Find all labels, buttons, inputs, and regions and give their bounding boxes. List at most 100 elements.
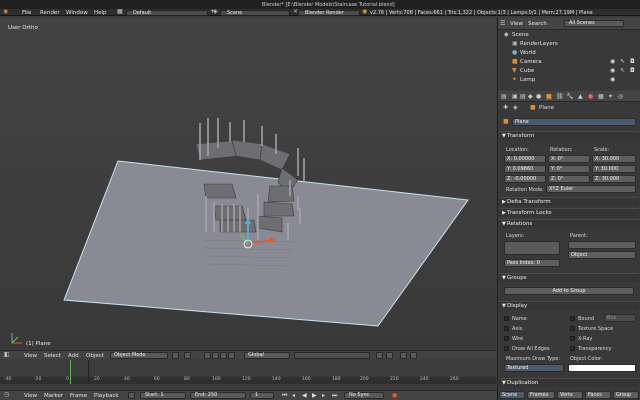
pivot-button[interactable]: [184, 352, 191, 359]
scale-x-field[interactable]: X: 30.000: [592, 155, 636, 163]
play-reverse-icon[interactable]: ◀: [302, 393, 307, 399]
display-axis-checkbox[interactable]: [504, 326, 509, 331]
menu-file[interactable]: File: [22, 10, 31, 16]
location-y-field[interactable]: Y: 0.09860: [504, 165, 546, 173]
dup-tab-faces[interactable]: Faces: [585, 391, 611, 399]
prev-keyframe-icon[interactable]: ◂: [292, 393, 295, 399]
display-xray-checkbox[interactable]: [570, 336, 575, 341]
play-icon[interactable]: ▶: [312, 393, 317, 399]
layer-buttons[interactable]: [294, 352, 370, 359]
preview-range-toggle[interactable]: [128, 392, 135, 399]
start-frame-field[interactable]: Start: 1: [140, 392, 186, 399]
translate-toggle[interactable]: [212, 352, 219, 359]
dup-tab-verts[interactable]: Verts: [557, 391, 583, 399]
world-tab-icon[interactable]: ●: [536, 94, 541, 100]
scene-canvas[interactable]: [0, 18, 496, 350]
outliner-row-camera[interactable]: ■ Camera ◉ ↖ ◘: [498, 58, 640, 67]
menu-help[interactable]: Help: [94, 10, 107, 16]
layout-dropdown[interactable]: Default: [126, 9, 208, 16]
panel-display-header[interactable]: ▼ Display: [499, 301, 639, 310]
panel-transform-locks-header[interactable]: ▶ Transform Locks: [499, 208, 639, 217]
scale-z-field[interactable]: Z: 30.000: [592, 175, 636, 183]
timeline-menu-marker[interactable]: Marker: [44, 393, 63, 399]
modifiers-tab-icon[interactable]: 🔧: [566, 94, 573, 100]
outliner-menu-view[interactable]: View: [510, 21, 523, 27]
add-to-group-button[interactable]: Add to Group: [504, 287, 634, 295]
scale-toggle[interactable]: [228, 352, 235, 359]
visibility-eye-icon[interactable]: ◉: [610, 68, 615, 74]
dup-tab-frames[interactable]: Frames: [527, 391, 555, 399]
render-layers-tab-icon[interactable]: ▤: [520, 94, 526, 100]
data-tab-icon[interactable]: ▲: [578, 94, 583, 100]
dup-tab-group[interactable]: Group: [613, 391, 639, 399]
blender-logo-icon[interactable]: ◉: [3, 9, 8, 15]
visibility-eye-icon[interactable]: ◉: [610, 77, 615, 83]
display-all-edges-checkbox[interactable]: [504, 346, 509, 351]
outliner-row-cube[interactable]: ▼ Cube ◉ ↖ ◘: [498, 67, 640, 76]
scene-tab-icon[interactable]: ◆: [528, 94, 533, 100]
snap-element-dropdown[interactable]: [386, 352, 393, 359]
3d-viewport[interactable]: User Ortho (1) Plane: [0, 18, 496, 350]
view3d-menu-view[interactable]: View: [24, 353, 37, 359]
screen-layout-icon[interactable]: ▦: [117, 9, 123, 15]
render-tab-icon[interactable]: ▣: [512, 94, 518, 100]
properties-editor[interactable]: ▤ ▣ ▤ ◆ ● ■ ⛓ 🔧 ▲ ● ▦ ✦ ◎ ✚ ◈ ■ Plane ■ …: [497, 91, 640, 400]
editor-type-icon[interactable]: ◷: [4, 392, 9, 398]
bound-type-dropdown[interactable]: Box: [604, 314, 636, 322]
rotation-y-field[interactable]: Y: 0°: [548, 165, 590, 173]
orientation-dropdown[interactable]: Global: [244, 352, 290, 359]
scene-icon[interactable]: ◈: [213, 9, 218, 15]
view3d-menu-select[interactable]: Select: [44, 353, 61, 359]
editor-type-icon[interactable]: ◧: [4, 352, 10, 358]
timeline-menu-frame[interactable]: Frame: [70, 393, 87, 399]
render-camera-icon[interactable]: ◘: [630, 59, 635, 65]
outliner-row-world[interactable]: ● World: [498, 49, 640, 58]
texture-tab-icon[interactable]: ▦: [598, 94, 604, 100]
dup-tab-scene[interactable]: Scene: [499, 391, 525, 399]
pin-icon[interactable]: ✚: [503, 105, 508, 111]
current-frame-field[interactable]: 1: [250, 392, 274, 399]
menu-window[interactable]: Window: [66, 10, 88, 16]
timeline-ruler[interactable]: -40 -20 0 20 40 60 80 100 120 140 160 18…: [0, 377, 496, 384]
menu-render[interactable]: Render: [40, 10, 60, 16]
max-draw-type-dropdown[interactable]: Textured: [504, 364, 564, 372]
particles-tab-icon[interactable]: ✦: [608, 94, 613, 100]
scale-y-field[interactable]: Y: 30.000: [592, 165, 636, 173]
opengl-render-button[interactable]: [410, 352, 417, 359]
jump-start-icon[interactable]: ⏮: [282, 393, 287, 399]
panel-delta-transform-header[interactable]: ▶ Delta Transform: [499, 197, 639, 206]
location-x-field[interactable]: X: 0.00000: [504, 155, 546, 163]
rotation-x-field[interactable]: X: 0°: [548, 155, 590, 163]
location-z-field[interactable]: Z: -0.00000: [504, 175, 546, 183]
auto-keyframe-icon[interactable]: ●: [392, 393, 397, 399]
panel-duplication-header[interactable]: ▼ Duplication: [499, 378, 639, 387]
render-engine-dropdown[interactable]: Blender Render: [298, 9, 360, 16]
pass-index-field[interactable]: Pass Index: 0: [504, 259, 560, 267]
jump-end-icon[interactable]: ⏭: [332, 393, 337, 399]
object-color-swatch[interactable]: [568, 364, 636, 372]
layer-grid[interactable]: [504, 241, 560, 255]
panel-groups-header[interactable]: ▼ Groups: [499, 273, 639, 282]
end-frame-field[interactable]: End: 250: [190, 392, 246, 399]
manipulator-toggle[interactable]: [204, 352, 211, 359]
visibility-eye-icon[interactable]: ◉: [610, 59, 615, 65]
editor-type-icon[interactable]: ▤: [501, 94, 507, 100]
render-camera-icon[interactable]: ◘: [630, 68, 635, 74]
physics-tab-icon[interactable]: ◎: [618, 94, 623, 100]
material-tab-icon[interactable]: ●: [588, 94, 593, 100]
timeline-menu-view[interactable]: View: [24, 393, 37, 399]
panel-transform-header[interactable]: ▼ Transform: [499, 131, 639, 140]
parent-field[interactable]: [568, 241, 636, 249]
parent-type-dropdown[interactable]: Object: [568, 251, 636, 259]
panel-relations-header[interactable]: ▼ Relations: [499, 219, 639, 228]
display-name-checkbox[interactable]: [504, 316, 509, 321]
outliner-menu-search[interactable]: Search: [528, 21, 547, 27]
outliner-filter-dropdown[interactable]: All Scenes: [564, 20, 624, 27]
display-bound-checkbox[interactable]: [570, 316, 575, 321]
view3d-menu-add[interactable]: Add: [68, 353, 79, 359]
editor-type-icon[interactable]: ☰: [500, 21, 505, 27]
rotation-z-field[interactable]: Z: 0°: [548, 175, 590, 183]
object-name-field[interactable]: Plane: [512, 118, 636, 126]
sync-dropdown[interactable]: No Sync: [344, 392, 384, 399]
timeline-editor[interactable]: -40 -20 0 20 40 60 80 100 120 140 160 18…: [0, 360, 496, 390]
